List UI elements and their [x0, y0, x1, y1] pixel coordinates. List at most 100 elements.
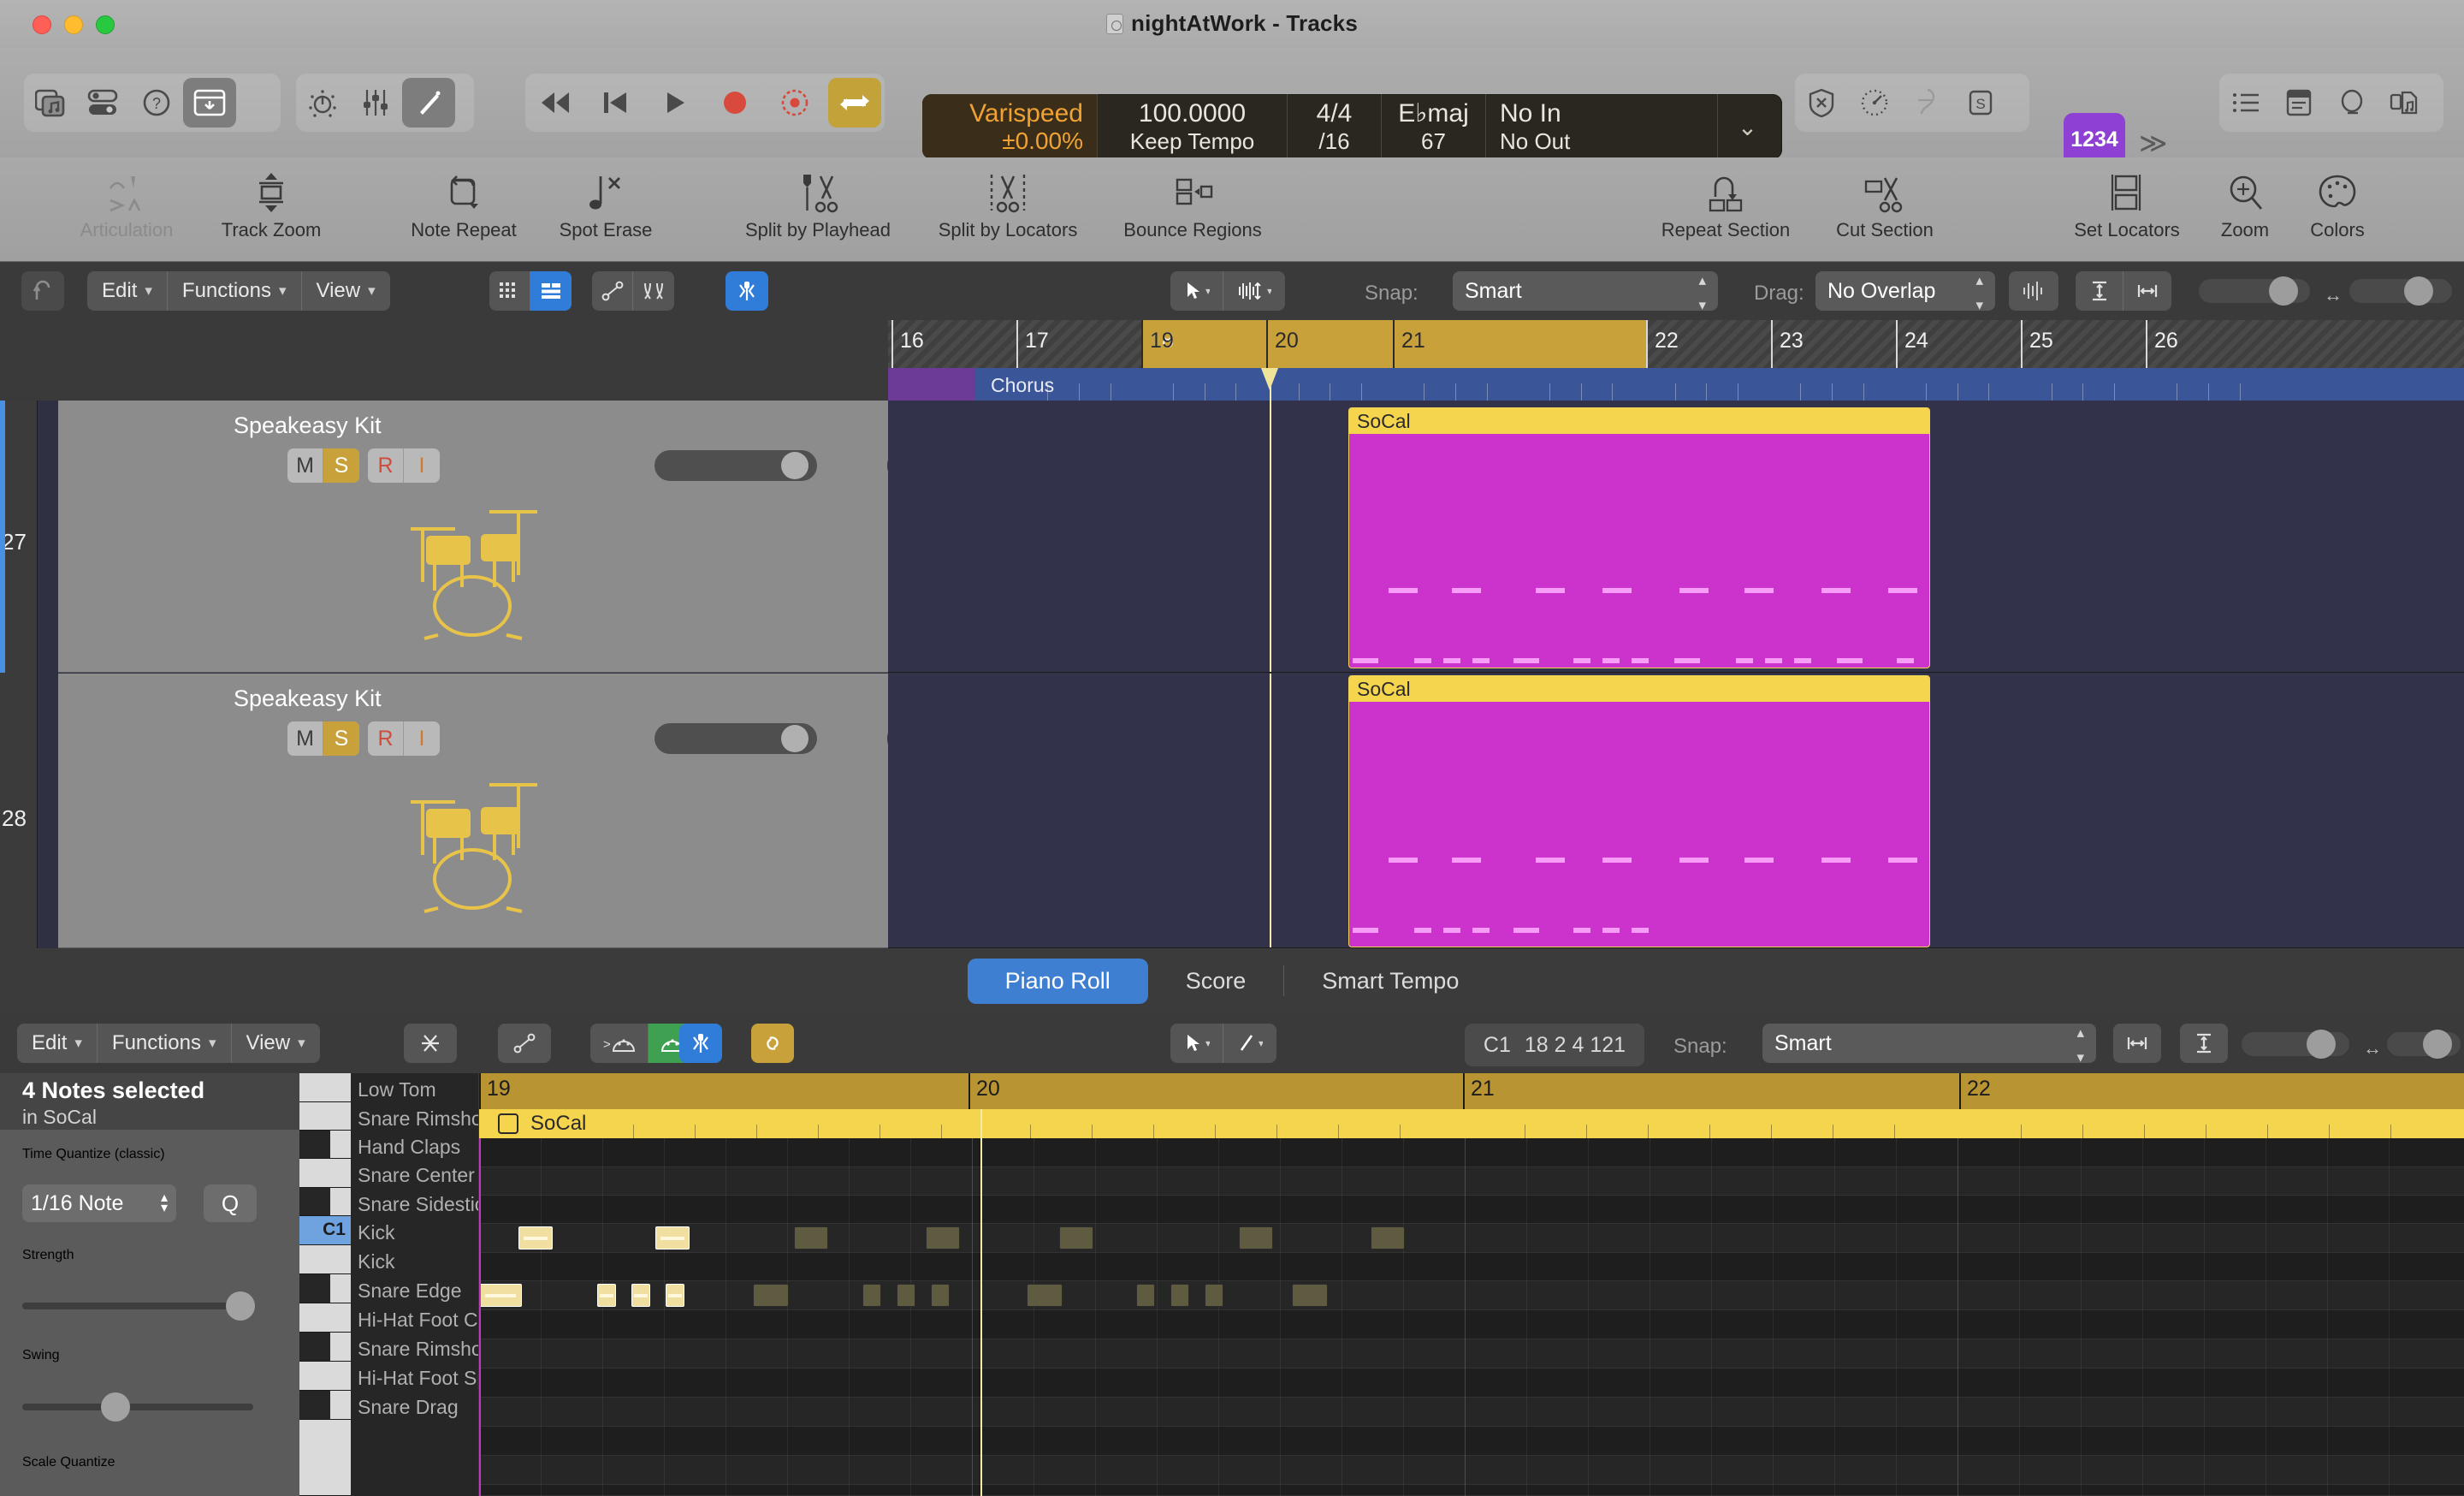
key-snare-rimshot-edge[interactable] [299, 1333, 351, 1362]
slider-knob[interactable] [101, 1392, 130, 1422]
track-header-28[interactable]: Speakeasy Kit M S R I [58, 674, 916, 948]
horizontal-zoom-icon[interactable] [2113, 1024, 2161, 1063]
inspector-icon[interactable] [77, 78, 130, 128]
tuner-icon[interactable] [1901, 78, 1954, 128]
lcd-chevron-down-icon[interactable]: ⌄ [1717, 94, 1777, 159]
note-row-9[interactable] [479, 1398, 2464, 1427]
horizontal-zoom-slider[interactable] [2349, 276, 2452, 306]
track-controls-28[interactable]: M S R I [287, 721, 440, 756]
automation-icon[interactable] [498, 1024, 551, 1063]
snap-select[interactable]: Smart ▴ ▾ [1453, 271, 1718, 312]
zoom-toggle-group[interactable] [2076, 271, 2171, 311]
piano-roll-note-7[interactable] [926, 1226, 960, 1250]
region-socal-27[interactable]: SoCal [1348, 407, 1930, 668]
pointer-tool-icon[interactable]: ▾ [1170, 271, 1223, 311]
loop-browser-icon[interactable] [2325, 78, 2378, 128]
toolbar-overflow-icon[interactable]: ≫ [2139, 127, 2168, 159]
key-hihat-foot-splash[interactable] [299, 1362, 351, 1391]
pr-tool-group[interactable]: ▾ ▾ [1170, 1024, 1276, 1063]
transport-lcd-display[interactable]: Varispeed ±0.00% 100.0000 Keep Tempo 4/4… [922, 94, 1782, 159]
piano-roll-note-11[interactable] [753, 1284, 789, 1307]
playhead-triangle[interactable] [1261, 368, 1278, 390]
track-name-27[interactable]: Speakeasy Kit [234, 413, 382, 439]
region-socal-28[interactable]: SoCal [1348, 675, 1930, 947]
piano-roll-ruler[interactable]: 19 20 21 22 [479, 1073, 2464, 1109]
piano-roll-note-3[interactable] [597, 1284, 616, 1307]
note-row-7[interactable] [479, 1339, 2464, 1368]
toolbar-icon[interactable] [183, 78, 236, 128]
tracks-functions-menu[interactable]: Functions ▾ [168, 271, 302, 311]
varispeed-display[interactable]: Varispeed ±0.00% [922, 94, 1098, 159]
go-to-beginning-button[interactable] [589, 78, 642, 128]
key-signature-display[interactable]: E♭maj 67 [1382, 94, 1486, 159]
play-button[interactable] [649, 78, 702, 128]
note-row-4[interactable] [479, 1253, 2464, 1281]
piano-roll-note-2[interactable] [479, 1284, 522, 1307]
position-display[interactable]: C1 18 2 4 121 [1465, 1024, 1644, 1066]
record-enable-button[interactable] [768, 78, 821, 128]
tempo-display[interactable]: 100.0000 Keep Tempo [1098, 94, 1288, 159]
key-snare-sidestick[interactable] [299, 1188, 351, 1216]
input-button-28[interactable]: I [404, 721, 440, 756]
note-row-12[interactable] [479, 1485, 2464, 1496]
slider-knob[interactable] [226, 1291, 255, 1321]
slider-knob[interactable] [2269, 276, 2298, 306]
tracks-waveform-toggle[interactable] [2009, 271, 2058, 311]
note-row-3[interactable] [479, 1224, 2464, 1253]
region-play-icon[interactable] [498, 1113, 518, 1134]
key-snare-drag[interactable] [299, 1391, 351, 1420]
pr-catch-playhead-toggle[interactable] [679, 1024, 722, 1063]
mixer-icon[interactable] [349, 78, 402, 128]
swing-slider[interactable] [22, 1392, 253, 1422]
slider-knob[interactable] [2423, 1030, 2452, 1059]
pr-functions-menu[interactable]: Functions ▾ [98, 1024, 232, 1063]
note-row-11[interactable] [479, 1456, 2464, 1485]
record-button-27[interactable]: R [368, 448, 404, 483]
piano-roll-note-0[interactable] [518, 1226, 553, 1250]
pr-edit-menu[interactable]: Edit ▾ [17, 1024, 98, 1063]
mute-button-28[interactable]: M [287, 721, 323, 756]
automation-icon[interactable] [592, 271, 633, 311]
volume-slider-27[interactable] [654, 450, 817, 481]
key-snare-edge[interactable] [299, 1274, 351, 1303]
note-row-10[interactable] [479, 1427, 2464, 1456]
note-row-0[interactable] [479, 1138, 2464, 1167]
pr-link-toggle[interactable] [751, 1024, 794, 1063]
pr-horizontal-zoom-slider[interactable] [2387, 1030, 2461, 1059]
piano-roll-note-15[interactable] [1027, 1284, 1063, 1307]
pr-vzoom-group[interactable] [2180, 1024, 2228, 1063]
tracks-automation-group[interactable] [592, 271, 674, 311]
tracks-flex-pitch-toggle[interactable] [726, 271, 768, 311]
input-button-27[interactable]: I [404, 448, 440, 483]
velocity-tool-icon[interactable]: ▾ [1223, 271, 1285, 311]
slider-knob[interactable] [781, 452, 808, 479]
collapse-mode-icon[interactable] [404, 1024, 457, 1063]
piano-roll-note-14[interactable] [931, 1284, 950, 1307]
key-kick[interactable] [299, 1245, 351, 1274]
vertical-zoom-slider[interactable] [2199, 276, 2310, 306]
pr-automation-group[interactable] [498, 1024, 551, 1063]
slider-knob[interactable] [2404, 276, 2433, 306]
track-lane-27[interactable]: SoCal [888, 401, 2464, 673]
solo-button-27[interactable]: S [323, 448, 359, 483]
piano-roll-note-17[interactable] [1170, 1284, 1189, 1307]
editors-icon[interactable] [402, 78, 455, 128]
piano-roll-note-9[interactable] [1239, 1226, 1273, 1250]
grid-view-icon[interactable] [489, 271, 530, 311]
cycle-button[interactable] [828, 78, 881, 128]
strength-slider[interactable] [22, 1291, 255, 1321]
piano-roll-note-16[interactable] [1136, 1284, 1155, 1307]
key-low-tom[interactable] [299, 1073, 351, 1102]
tracks-view-menu[interactable]: View ▾ [302, 271, 390, 311]
note-row-1[interactable] [479, 1167, 2464, 1196]
horizontal-zoom-icon[interactable] [2123, 271, 2171, 311]
quick-help-icon[interactable]: ? [130, 78, 183, 128]
track-header-27[interactable]: Speakeasy Kit M S R I [58, 401, 916, 673]
io-display[interactable]: No In No Out [1486, 94, 1717, 159]
volume-slider-28[interactable] [654, 723, 817, 754]
marker-previous[interactable] [888, 368, 975, 401]
pr-snap-select[interactable]: Smart ▴ ▾ [1762, 1024, 2096, 1065]
piano-roll-note-19[interactable] [1292, 1284, 1328, 1307]
pencil-tool-icon[interactable]: ▾ [1223, 1024, 1276, 1063]
piano-roll-note-5[interactable] [666, 1284, 684, 1307]
